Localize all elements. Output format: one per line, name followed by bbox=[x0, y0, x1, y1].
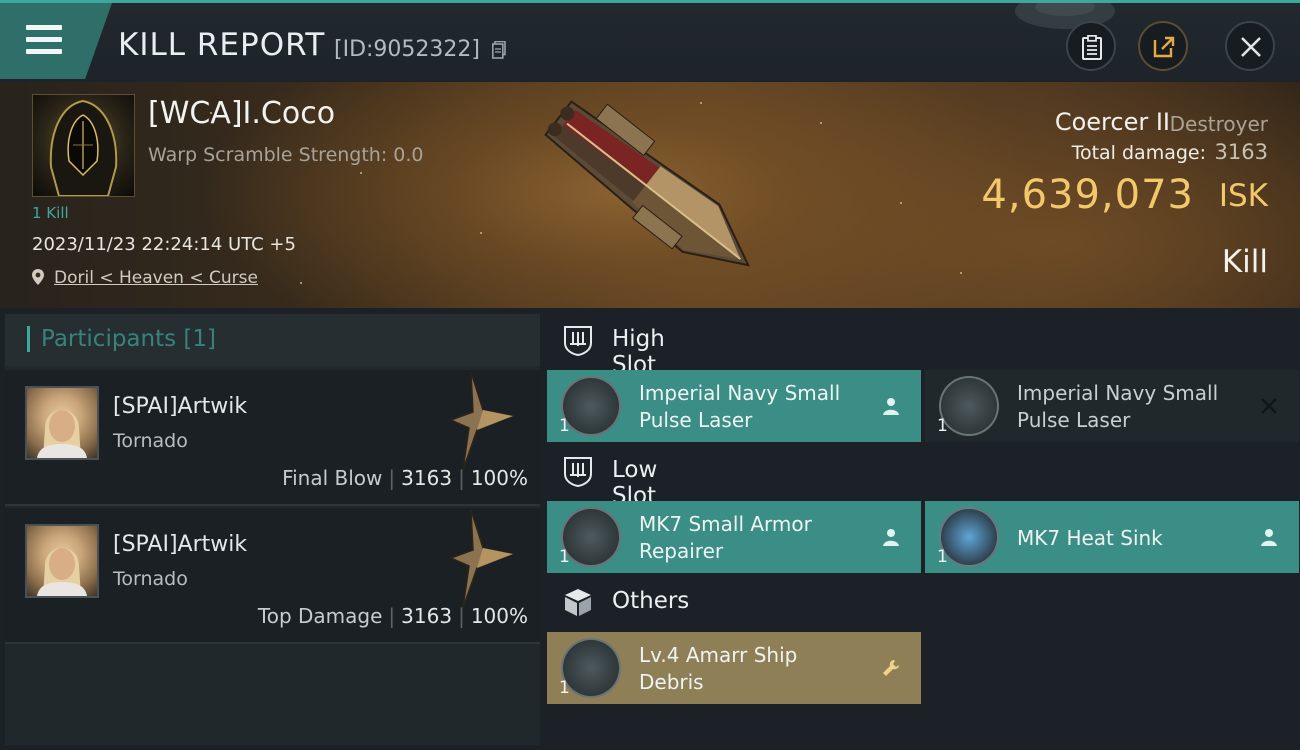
participant-tag: Final Blow bbox=[282, 466, 383, 490]
dropped-person-icon bbox=[883, 398, 899, 415]
location-pin-icon bbox=[32, 269, 44, 285]
total-damage-value: 3163 bbox=[1214, 140, 1268, 164]
participant-avatar[interactable] bbox=[25, 386, 99, 460]
item-name: Lv.4 Amarr Ship Debris bbox=[639, 643, 798, 694]
victim-ship-image bbox=[544, 100, 751, 267]
victim-name[interactable]: [WCA]I.Coco bbox=[148, 96, 335, 131]
location-link[interactable]: Doril < Heaven < Curse bbox=[54, 268, 258, 288]
close-icon bbox=[1241, 37, 1261, 57]
warp-scramble-strength: Warp Scramble Strength: 0.0 bbox=[148, 144, 424, 166]
menu-button[interactable] bbox=[0, 3, 112, 79]
high-slot-item[interactable]: 1 Imperial Navy Small Pulse Laser bbox=[547, 370, 921, 442]
share-button[interactable] bbox=[1138, 21, 1188, 71]
share-icon bbox=[1153, 36, 1175, 58]
kill-result: Kill bbox=[1221, 244, 1268, 280]
item-quantity: 1 bbox=[559, 678, 570, 698]
item-name: Imperial Navy Small Pulse Laser bbox=[639, 381, 841, 432]
item-quantity: 1 bbox=[937, 547, 948, 567]
background-star bbox=[820, 122, 822, 124]
total-damage-label: Total damage: bbox=[1071, 142, 1206, 164]
isk-unit: ISK bbox=[1218, 178, 1268, 214]
others-label: Others bbox=[612, 588, 690, 614]
participant-card[interactable]: [SPAI]Artwik Tornado Top Damage | 3163 | 100… bbox=[5, 508, 540, 644]
isk-value: 4,639,073 bbox=[981, 172, 1194, 218]
hamburger-icon bbox=[26, 25, 62, 55]
clipboard-button[interactable] bbox=[1066, 21, 1116, 71]
kill-count: 1 Kill bbox=[32, 204, 69, 222]
high-slot-item[interactable]: 1 Imperial Navy Small Pulse Laser bbox=[925, 370, 1299, 442]
ship-debris-icon bbox=[561, 638, 621, 698]
participant-avatar[interactable] bbox=[25, 524, 99, 598]
low-slot-item[interactable]: 1 MK7 Small Armor Repairer bbox=[547, 501, 921, 573]
item-quantity: 1 bbox=[559, 547, 570, 567]
participant-ship-image bbox=[448, 371, 516, 470]
portrait-icon bbox=[37, 410, 87, 458]
participant-stats: Final Blow | 3163 | 100% bbox=[282, 466, 528, 490]
accent-bar bbox=[27, 326, 30, 352]
item-name: MK7 Small Armor Repairer bbox=[639, 512, 812, 563]
participant-percent: 100% bbox=[470, 466, 528, 490]
participants-header: Participants [1] bbox=[5, 314, 540, 366]
victim-summary: [WCA]I.Coco Warp Scramble Strength: 0.0 … bbox=[0, 82, 1300, 308]
report-id: [ID:9052322] bbox=[334, 37, 480, 62]
copy-icon[interactable] bbox=[492, 41, 506, 59]
victim-avatar[interactable] bbox=[32, 94, 135, 197]
participants-panel: Participants [1] [SPAI]Artwik Tornado Fi… bbox=[5, 314, 540, 745]
cube-icon bbox=[565, 589, 591, 616]
participant-card[interactable]: [SPAI]Artwik Tornado Final Blow | 3163 | 100… bbox=[5, 370, 540, 506]
item-name: Imperial Navy Small Pulse Laser bbox=[1017, 381, 1219, 432]
participant-ship: Tornado bbox=[113, 430, 188, 452]
participant-ship: Tornado bbox=[113, 568, 188, 590]
others-item[interactable]: 1 Lv.4 Amarr Ship Debris bbox=[547, 632, 921, 704]
participant-ship-image bbox=[448, 509, 516, 608]
clipboard-icon bbox=[1082, 35, 1102, 60]
portrait-icon bbox=[37, 548, 87, 596]
item-quantity: 1 bbox=[937, 416, 948, 436]
item-name: MK7 Heat Sink bbox=[1017, 526, 1163, 550]
participant-damage: 3163 bbox=[401, 604, 453, 628]
page-title: KILL REPORT bbox=[118, 27, 326, 63]
participant-name[interactable]: [SPAI]Artwik bbox=[113, 394, 247, 419]
background-star bbox=[900, 202, 902, 204]
background-star bbox=[960, 272, 962, 274]
low-slot-item[interactable]: 1 MK7 Heat Sink bbox=[925, 501, 1299, 573]
participant-tag: Top Damage bbox=[257, 604, 383, 628]
background-star bbox=[360, 172, 362, 174]
close-button[interactable] bbox=[1225, 21, 1275, 71]
armor-repairer-icon bbox=[561, 507, 621, 567]
hooded-figure-icon bbox=[49, 99, 118, 197]
victim-ship-name[interactable]: Coercer II bbox=[1055, 108, 1170, 136]
background-star bbox=[300, 282, 302, 284]
background-star bbox=[480, 232, 482, 234]
laser-icon bbox=[561, 376, 621, 436]
item-quantity: 1 bbox=[559, 416, 570, 436]
heat-sink-icon bbox=[939, 507, 999, 567]
participant-percent: 100% bbox=[470, 604, 528, 628]
participant-damage: 3163 bbox=[401, 466, 453, 490]
wrench-icon bbox=[883, 660, 899, 676]
destroyed-x-icon bbox=[1261, 398, 1277, 414]
high-slot-icon bbox=[564, 326, 592, 356]
victim-ship-class: Destroyer bbox=[1169, 112, 1268, 136]
laser-icon bbox=[939, 376, 999, 436]
kill-datetime: 2023/11/23 22:24:14 UTC +5 bbox=[32, 234, 296, 255]
dropped-person-icon bbox=[883, 529, 899, 546]
participants-title: Participants [1] bbox=[41, 326, 217, 352]
participant-name[interactable]: [SPAI]Artwik bbox=[113, 532, 247, 557]
header-bar: KILL REPORT [ID:9052322] bbox=[0, 0, 1300, 85]
participant-stats: Top Damage | 3163 | 100% bbox=[257, 604, 528, 628]
low-slot-icon bbox=[564, 457, 592, 487]
dropped-person-icon bbox=[1261, 529, 1277, 546]
